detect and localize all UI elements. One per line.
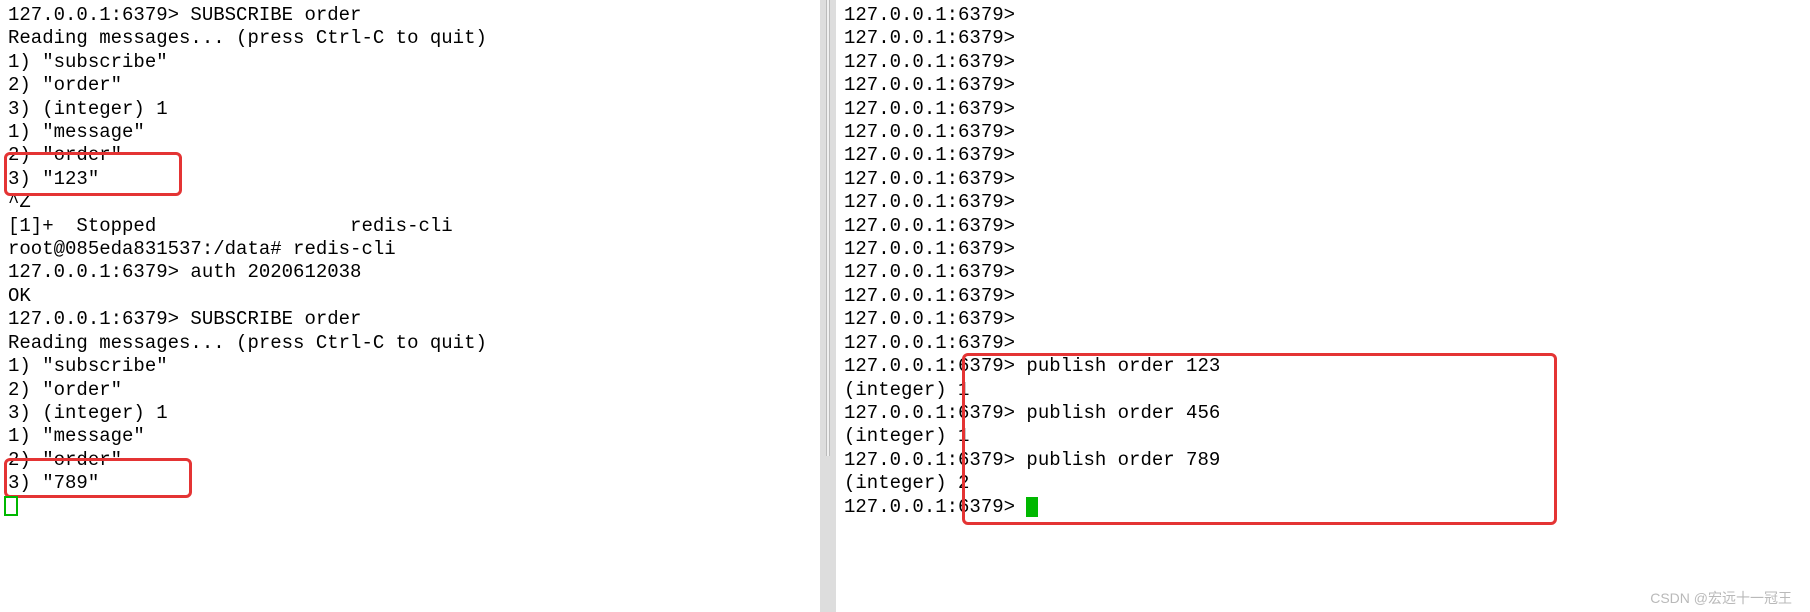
terminal-line: 127.0.0.1:6379> [844, 168, 1802, 191]
terminal-split-container: 127.0.0.1:6379> SUBSCRIBE order Reading … [0, 0, 1810, 612]
terminal-line: 127.0.0.1:6379> publish order 789 [844, 449, 1802, 472]
terminal-line: 127.0.0.1:6379> [844, 74, 1802, 97]
terminal-line: 127.0.0.1:6379> [844, 144, 1802, 167]
terminal-line: 127.0.0.1:6379> [844, 191, 1802, 214]
terminal-line: [1]+ Stopped redis-cli [8, 215, 812, 238]
right-terminal[interactable]: 127.0.0.1:6379> 127.0.0.1:6379> 127.0.0.… [836, 0, 1810, 612]
terminal-line: 127.0.0.1:6379> [844, 4, 1802, 27]
terminal-line: 127.0.0.1:6379> [844, 238, 1802, 261]
terminal-line: (integer) 1 [844, 425, 1802, 448]
terminal-line: 127.0.0.1:6379> SUBSCRIBE order [8, 308, 812, 331]
terminal-line: 1) "message" [8, 121, 812, 144]
terminal-line: 127.0.0.1:6379> [844, 308, 1802, 331]
watermark-text: CSDN @宏远十一冠王 [1650, 588, 1792, 608]
terminal-line: 127.0.0.1:6379> [844, 98, 1802, 121]
terminal-line: root@085eda831537:/data# redis-cli [8, 238, 812, 261]
terminal-line: 3) "789" [8, 472, 812, 495]
terminal-line: (integer) 1 [844, 379, 1802, 402]
terminal-line: ^Z [8, 191, 812, 214]
terminal-line: 2) "order" [8, 74, 812, 97]
cursor-indicator [4, 496, 18, 516]
pane-divider[interactable] [820, 0, 836, 612]
terminal-line: 127.0.0.1:6379> [844, 27, 1802, 50]
terminal-line: 127.0.0.1:6379> auth 2020612038 [8, 261, 812, 284]
terminal-line: 127.0.0.1:6379> [844, 285, 1802, 308]
terminal-line: 127.0.0.1:6379> SUBSCRIBE order [8, 4, 812, 27]
terminal-line: 127.0.0.1:6379> [844, 121, 1802, 144]
terminal-line: OK [8, 285, 812, 308]
terminal-line: 127.0.0.1:6379> [844, 496, 1802, 519]
terminal-line: 1) "subscribe" [8, 355, 812, 378]
terminal-line: 3) "123" [8, 168, 812, 191]
terminal-line: 3) (integer) 1 [8, 98, 812, 121]
terminal-line: 127.0.0.1:6379> publish order 456 [844, 402, 1802, 425]
terminal-line: Reading messages... (press Ctrl-C to qui… [8, 332, 812, 355]
terminal-line: 127.0.0.1:6379> [844, 261, 1802, 284]
terminal-line: 127.0.0.1:6379> [844, 332, 1802, 355]
cursor-block [1026, 497, 1038, 517]
terminal-line: 2) "order" [8, 449, 812, 472]
terminal-line: (integer) 2 [844, 472, 1802, 495]
terminal-line: 127.0.0.1:6379> [844, 215, 1802, 238]
left-terminal[interactable]: 127.0.0.1:6379> SUBSCRIBE order Reading … [0, 0, 820, 612]
terminal-line: 1) "message" [8, 425, 812, 448]
scrollbar-thumb[interactable] [826, 0, 830, 456]
terminal-line: 2) "order" [8, 379, 812, 402]
terminal-line: Reading messages... (press Ctrl-C to qui… [8, 27, 812, 50]
terminal-line: 1) "subscribe" [8, 51, 812, 74]
terminal-line: 2) "order" [8, 144, 812, 167]
prompt-text: 127.0.0.1:6379> [844, 496, 1026, 518]
terminal-line: 127.0.0.1:6379> publish order 123 [844, 355, 1802, 378]
terminal-line: 3) (integer) 1 [8, 402, 812, 425]
terminal-line: 127.0.0.1:6379> [844, 51, 1802, 74]
